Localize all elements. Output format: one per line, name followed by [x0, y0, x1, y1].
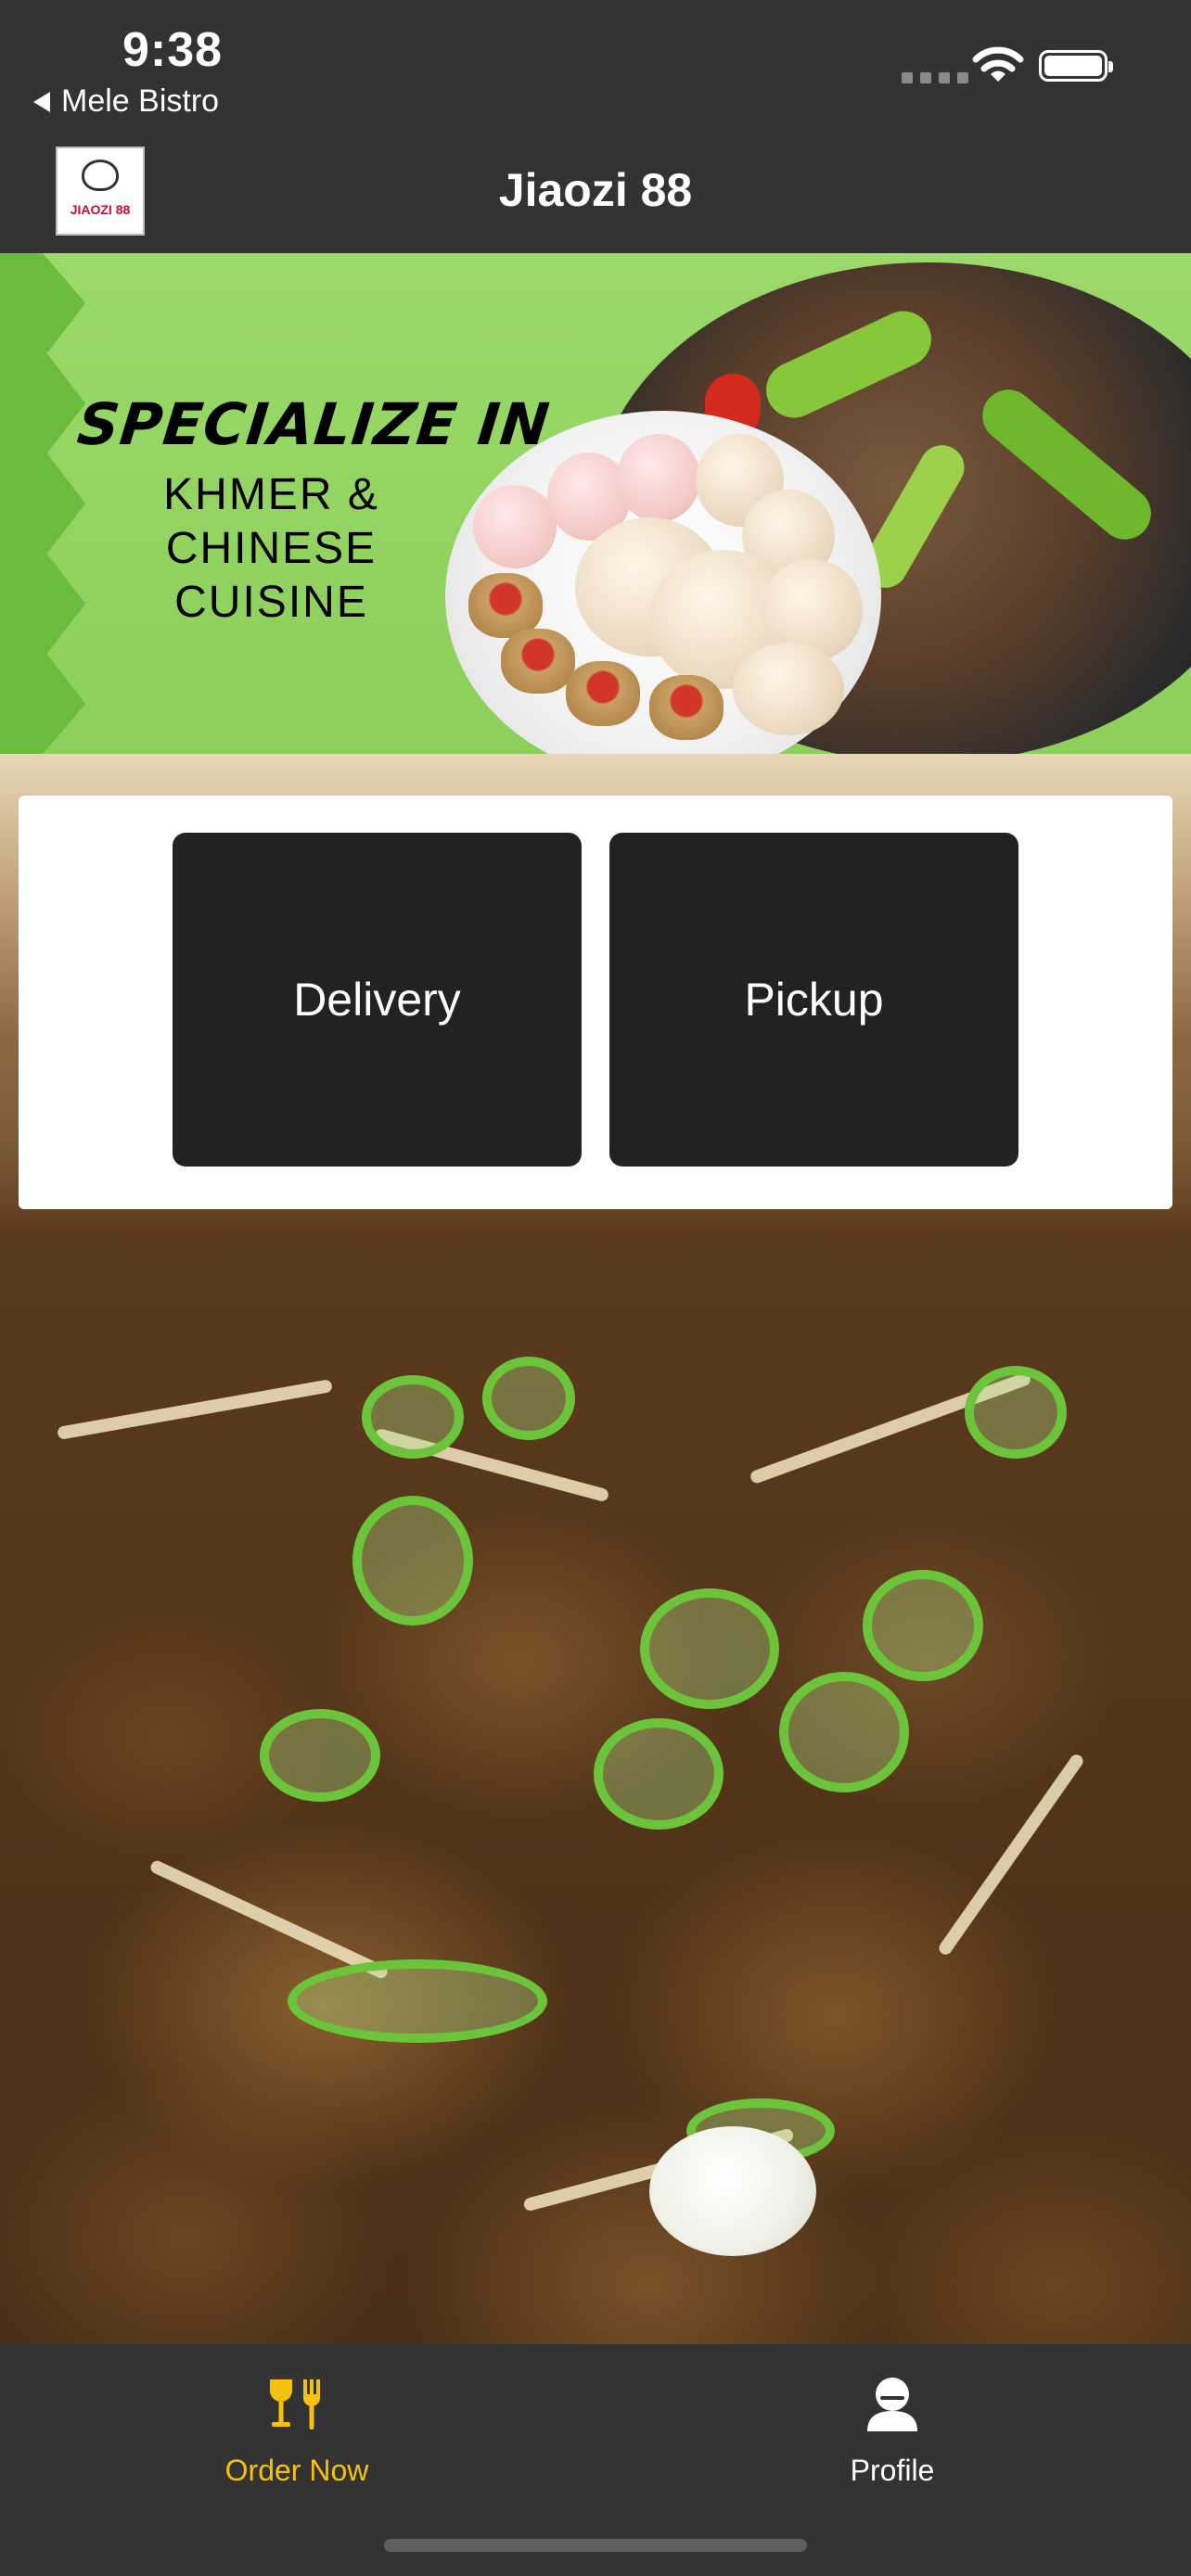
- app-header: JIAOZI 88 Jiaozi 88: [0, 130, 1191, 253]
- person-icon: [867, 2378, 917, 2431]
- scallion-decoration: [260, 1709, 380, 1802]
- banner-line-1: KHMER &: [163, 470, 379, 519]
- banner-line-3: CUISINE: [174, 578, 368, 627]
- scallion-decoration: [965, 1366, 1067, 1459]
- scallion-decoration: [863, 1570, 983, 1681]
- tab-order-now-label: Order Now: [224, 2454, 369, 2487]
- siumai-decoration: [566, 661, 640, 726]
- dumpling-decoration: [733, 643, 844, 735]
- siumai-decoration: [501, 629, 575, 694]
- delivery-button[interactable]: Delivery: [173, 833, 582, 1167]
- back-app-label: Mele Bistro: [61, 83, 220, 119]
- tab-profile-label: Profile: [850, 2454, 935, 2487]
- scallion-decoration: [352, 1496, 473, 1626]
- wifi-icon: [972, 46, 1024, 82]
- pickup-button[interactable]: Pickup: [609, 833, 1018, 1167]
- scallion-decoration: [594, 1718, 724, 1830]
- banner-headline: SPECIALIZE IN: [74, 390, 554, 458]
- home-indicator[interactable]: [384, 2539, 807, 2552]
- status-time: 9:38: [122, 23, 224, 77]
- siumai-decoration: [649, 675, 724, 740]
- cellular-signal-icon: [902, 72, 968, 83]
- scallion-decoration: [640, 1588, 779, 1709]
- promo-banner: SPECIALIZE IN KHMER & CHINESE CUISINE: [0, 253, 1191, 754]
- battery-icon: [1039, 50, 1113, 82]
- scallion-decoration: [362, 1375, 464, 1459]
- tab-order-now[interactable]: Order Now: [158, 2372, 436, 2488]
- status-bar: 9:38 Mele Bistro: [0, 0, 1191, 130]
- banner-zigzag-decoration: [0, 253, 85, 754]
- order-options-card: Delivery Pickup: [19, 796, 1172, 1209]
- sauce-drizzle: [148, 1858, 390, 1981]
- dumpling-decoration: [617, 434, 700, 522]
- scallion-decoration: [288, 1959, 547, 2043]
- sauce-drizzle: [57, 1379, 333, 1440]
- back-triangle-icon: [33, 91, 50, 112]
- banner-line-2: CHINESE: [165, 524, 378, 573]
- dumpling-decoration: [473, 485, 557, 568]
- scallion-decoration: [482, 1357, 575, 1440]
- tab-profile[interactable]: Profile: [753, 2372, 1031, 2488]
- page-title: Jiaozi 88: [498, 164, 693, 216]
- back-to-app-link[interactable]: Mele Bistro: [33, 83, 219, 120]
- sauce-drizzle: [936, 1752, 1086, 1958]
- utensils-glasses-icon: [270, 2379, 320, 2429]
- onion-decoration: [649, 2126, 816, 2256]
- scallion-decoration: [779, 1672, 909, 1792]
